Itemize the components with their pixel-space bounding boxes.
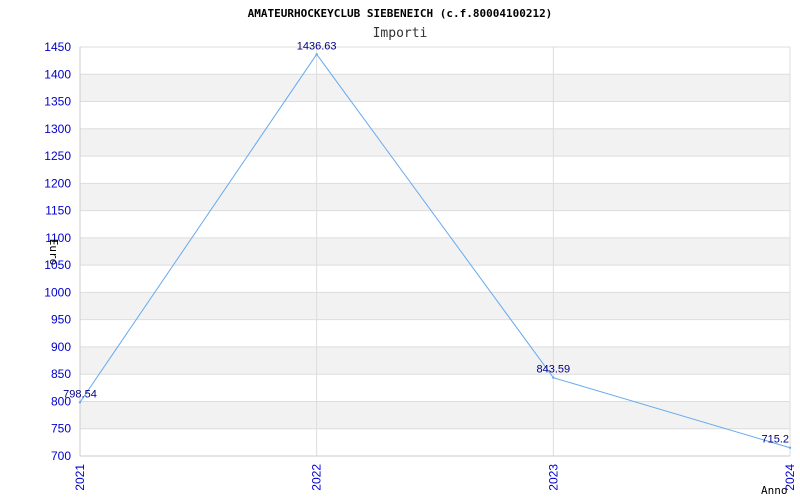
y-tick-label: 1350 — [44, 95, 71, 109]
x-tick-label: 2023 — [546, 464, 560, 491]
y-tick-label: 1450 — [44, 40, 71, 54]
grid-band — [80, 128, 790, 157]
chart-subtitle: Importi — [373, 26, 428, 41]
y-tick-label: 1250 — [44, 149, 71, 163]
x-tick-label: 2022 — [310, 464, 324, 491]
x-tick-label: 2021 — [73, 464, 87, 491]
y-tick-label: 1000 — [44, 285, 71, 299]
x-axis-label: Anno — [761, 484, 788, 497]
y-tick-label: 900 — [51, 340, 71, 354]
x-axis-ticks: 2021 2022 2023 2024 — [73, 464, 797, 491]
data-point — [78, 401, 82, 404]
chart: 7007508008509009501000105011001150120012… — [44, 7, 797, 497]
data-point — [788, 446, 792, 449]
grid-band — [80, 401, 790, 429]
grid-band — [80, 74, 790, 102]
y-tick-label: 950 — [51, 313, 71, 327]
y-tick-label: 850 — [51, 367, 71, 381]
grid-band — [80, 183, 790, 211]
grid-band — [80, 237, 790, 266]
data-point — [552, 376, 555, 379]
data-label: 798.54 — [63, 388, 97, 400]
y-axis-label: Euro — [47, 239, 60, 266]
y-tick-label: 700 — [51, 449, 71, 463]
y-tick-label: 1150 — [45, 204, 71, 218]
y-tick-label: 750 — [51, 422, 71, 436]
y-tick-label: 1200 — [44, 176, 71, 190]
data-label: 1436.63 — [297, 40, 337, 52]
data-label: 843.59 — [537, 364, 571, 376]
grid-band — [80, 346, 790, 375]
grid-band — [80, 292, 790, 320]
data-label: 715.2 — [761, 434, 789, 446]
chart-title: AMATEURHOCKEYCLUB SIEBENEICH (c.f.800041… — [248, 7, 553, 20]
grid-bands — [80, 74, 790, 429]
y-tick-label: 1400 — [44, 67, 71, 81]
data-point — [315, 53, 318, 56]
y-tick-label: 1300 — [44, 122, 71, 136]
